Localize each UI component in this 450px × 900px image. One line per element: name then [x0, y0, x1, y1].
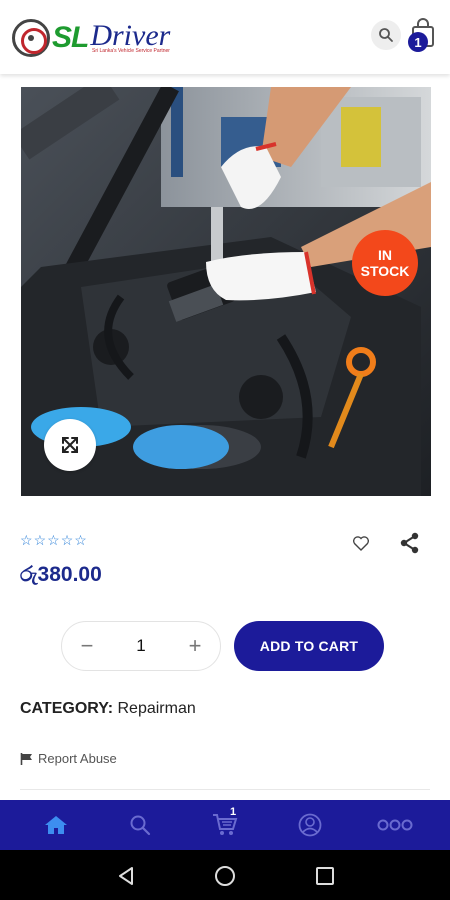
expand-icon [62, 437, 78, 453]
back-triangle-icon [119, 867, 133, 885]
cart-count-badge: 1 [408, 32, 428, 52]
home-circle-icon [215, 866, 235, 886]
header-search-button[interactable] [371, 20, 401, 50]
quantity-value[interactable]: 1 [136, 636, 145, 656]
share-icon [400, 532, 419, 554]
star-icon: ☆ [74, 532, 87, 548]
nav-cart[interactable]: 1 [200, 800, 250, 850]
system-recents-button[interactable] [312, 863, 338, 889]
product-category: CATEGORY: Repairman [20, 700, 196, 718]
recents-square-icon [316, 867, 334, 885]
nav-home[interactable] [31, 800, 81, 850]
search-icon [130, 815, 151, 836]
stock-badge-line2: STOCK [360, 263, 410, 279]
app-header: SL Driver Sri Lanka's Vehicle Service Pa… [0, 0, 450, 74]
nav-cart-badge: 1 [230, 806, 237, 818]
nav-account[interactable] [285, 800, 335, 850]
wishlist-button[interactable] [351, 533, 371, 553]
share-button[interactable] [399, 532, 421, 554]
home-icon [45, 816, 67, 834]
star-icon: ☆ [47, 532, 60, 548]
account-icon [298, 813, 322, 837]
report-abuse-label: Report Abuse [38, 751, 117, 766]
divider [20, 789, 430, 790]
zoom-button[interactable] [44, 419, 96, 471]
logo-tagline: Sri Lanka's Vehicle Service Partner [92, 48, 170, 54]
steering-wheel-icon [12, 19, 50, 57]
more-icon [377, 819, 413, 831]
star-icon: ☆ [20, 532, 33, 548]
product-price: රු380.00 [20, 563, 102, 586]
add-to-cart-button[interactable]: ADD TO CART [234, 621, 384, 671]
nav-search[interactable] [115, 800, 165, 850]
system-home-button[interactable] [212, 863, 238, 889]
system-back-button[interactable] [113, 863, 139, 889]
search-icon [379, 28, 393, 42]
category-label: CATEGORY: [20, 700, 114, 717]
android-navigation-bar [0, 850, 450, 900]
star-icon: ☆ [60, 532, 74, 548]
flag-icon [20, 752, 32, 765]
in-stock-badge: IN STOCK [352, 230, 418, 296]
bottom-navigation: 1 [0, 800, 450, 850]
star-icon: ☆ [33, 532, 47, 548]
sl-driver-logo[interactable]: SL Driver Sri Lanka's Vehicle Service Pa… [12, 18, 170, 58]
category-link[interactable]: Repairman [117, 700, 195, 717]
heart-icon [352, 536, 370, 551]
report-abuse-link[interactable]: Report Abuse [20, 751, 117, 766]
quantity-stepper: − 1 + [61, 621, 221, 671]
stock-badge-line1: IN [378, 247, 392, 263]
nav-more[interactable] [370, 800, 420, 850]
rating-stars: ☆ ☆ ☆ ☆ ☆ [20, 533, 87, 547]
quantity-increase-button[interactable]: + [182, 633, 208, 659]
logo-sl-text: SL [52, 21, 89, 54]
quantity-decrease-button[interactable]: − [74, 633, 100, 659]
